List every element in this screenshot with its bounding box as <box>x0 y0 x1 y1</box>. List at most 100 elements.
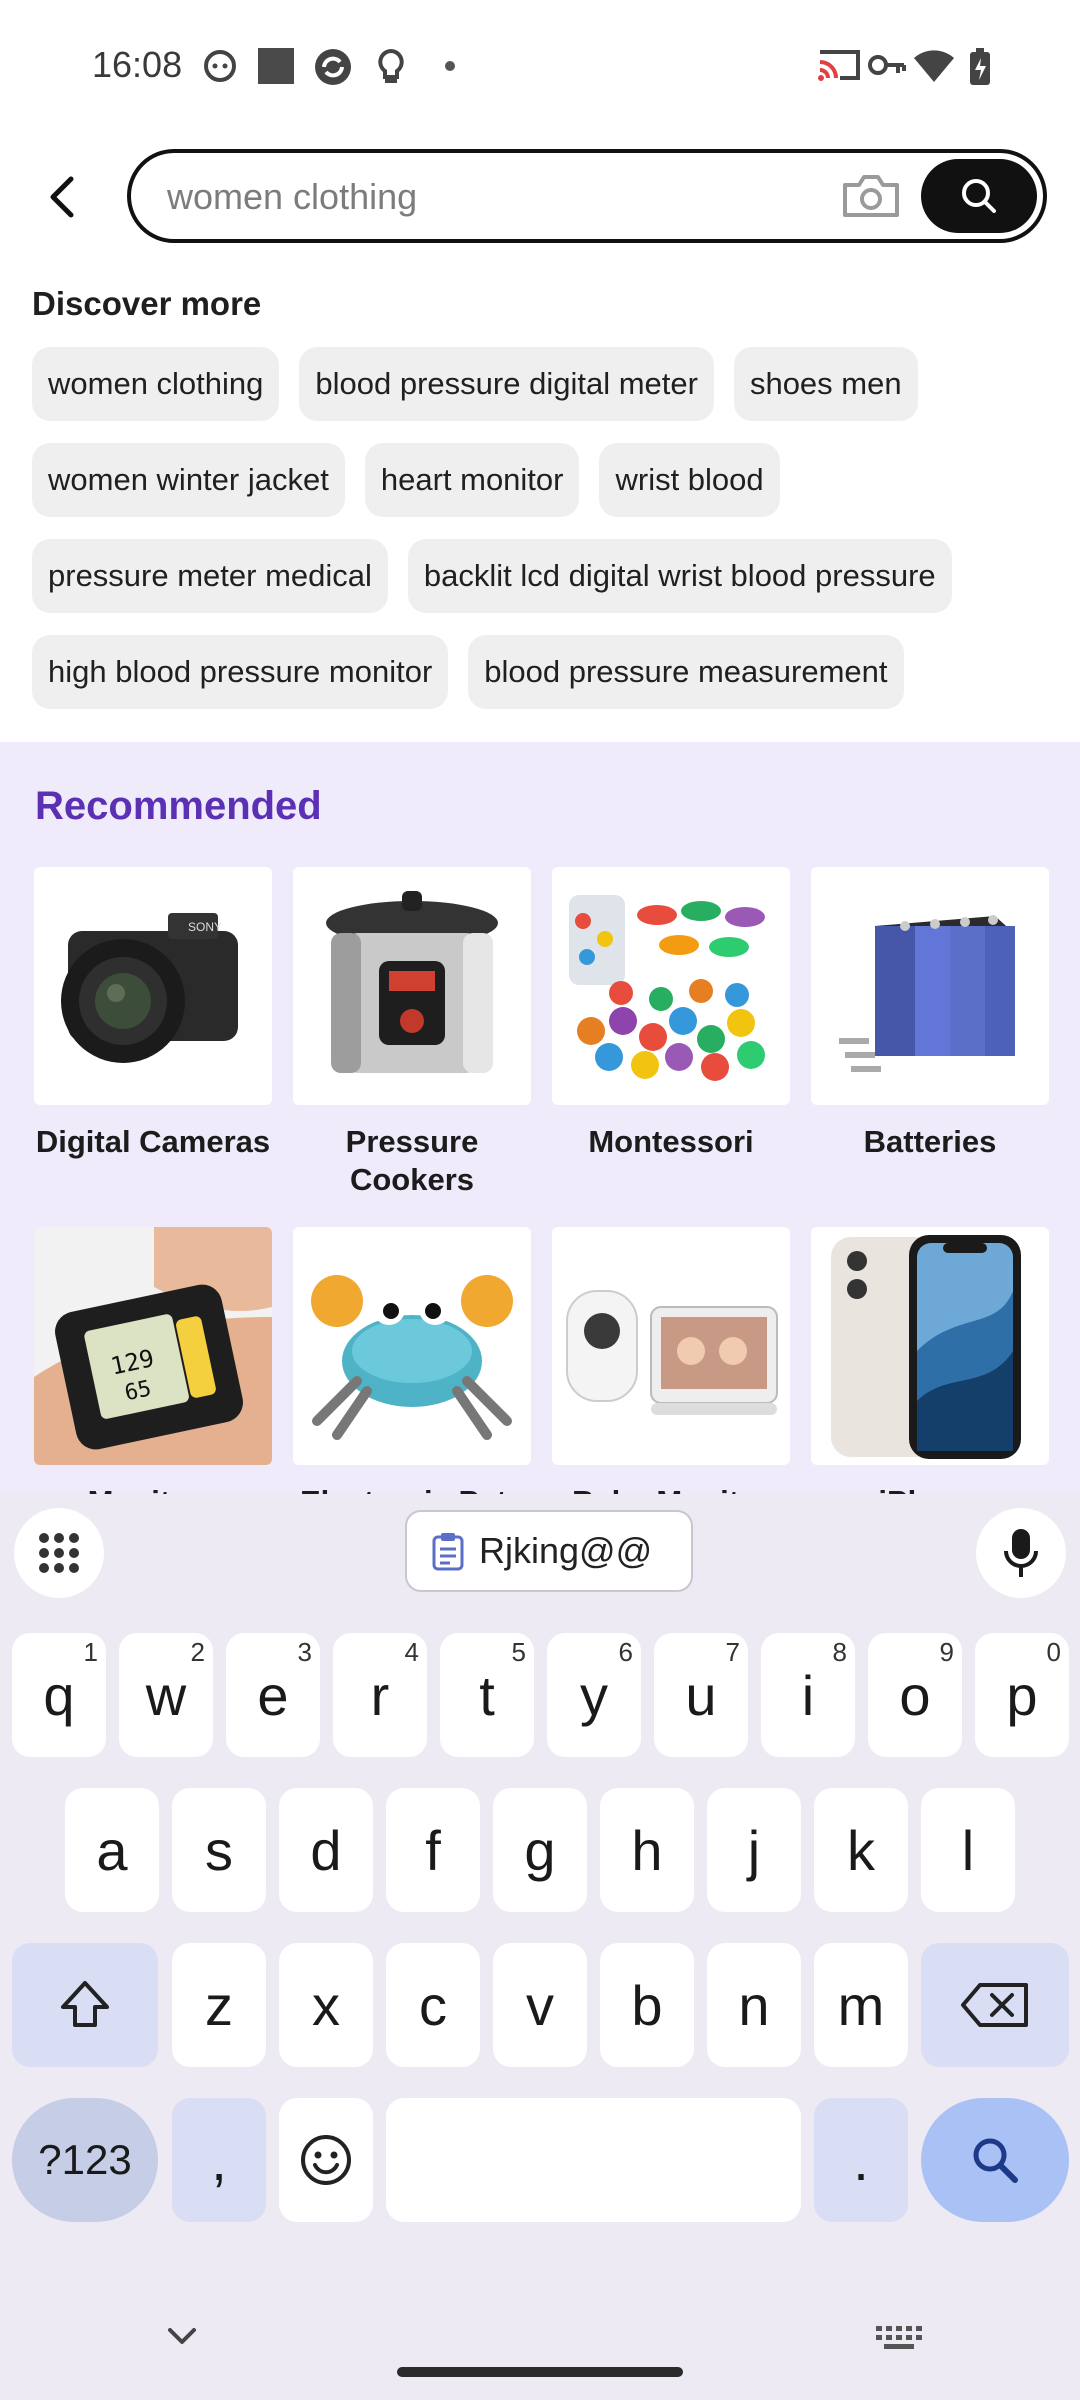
key-hint: 8 <box>832 1637 847 1667</box>
key-s[interactable]: s <box>172 1788 266 1912</box>
key-label: e <box>257 1663 289 1727</box>
key-t[interactable]: t5 <box>440 1633 534 1757</box>
key-j[interactable]: j <box>707 1788 801 1912</box>
category-monitors[interactable]: 12965 Monitors <box>34 1227 272 1494</box>
category-pressure-cookers[interactable]: Pressure Cookers <box>293 867 531 1199</box>
suggestion-chip[interactable]: blood pressure digital meter <box>299 347 714 421</box>
key-d[interactable]: d <box>279 1788 373 1912</box>
period-key[interactable]: . <box>814 2098 908 2222</box>
svg-text:SONY: SONY <box>188 920 222 934</box>
key-b[interactable]: b <box>600 1943 694 2067</box>
suggestion-chip[interactable]: women clothing <box>32 347 280 421</box>
baby-monitor-photo <box>552 1227 790 1465</box>
home-indicator[interactable] <box>397 2367 683 2377</box>
search-icon <box>973 2138 1018 2183</box>
keyboard-switch-icon[interactable] <box>876 2326 922 2350</box>
search-button[interactable] <box>921 159 1037 233</box>
clipboard-suggestion[interactable]: Rjking@@ <box>405 1510 693 1592</box>
suggestion-chip[interactable]: women winter jacket <box>32 443 345 517</box>
symbols-key[interactable]: ?123 <box>12 2098 158 2222</box>
emoji-icon <box>301 2135 351 2185</box>
clipboard-icon <box>432 1533 464 1571</box>
chip-row: high blood pressure monitor blood pressu… <box>32 635 1052 709</box>
category-label: Montessori <box>588 1124 754 1159</box>
key-u[interactable]: u7 <box>654 1633 748 1757</box>
dot-icon <box>445 61 455 71</box>
suggestion-chip[interactable]: high blood pressure monitor <box>32 635 449 709</box>
suggestion-chip[interactable]: heart monitor <box>364 443 580 517</box>
key-hint: 4 <box>404 1637 419 1667</box>
key-o[interactable]: o9 <box>868 1633 962 1757</box>
key-e[interactable]: e3 <box>226 1633 320 1757</box>
key-r[interactable]: r4 <box>333 1633 427 1757</box>
key-a[interactable]: a <box>65 1788 159 1912</box>
key-n[interactable]: n <box>707 1943 801 2067</box>
search-input[interactable] <box>167 175 767 219</box>
suggestion-chip[interactable]: blood pressure measurement <box>468 635 904 709</box>
category-label: Electronic Pets <box>293 1483 531 1494</box>
backspace-key[interactable] <box>921 1943 1069 2067</box>
key-v[interactable]: v <box>493 1943 587 2067</box>
category-label: Baby Monitor <box>552 1483 790 1494</box>
comma-key[interactable]: , <box>172 2098 266 2222</box>
category-baby-monitor[interactable]: Baby Monitor <box>552 1227 790 1494</box>
key-hint: 9 <box>939 1637 954 1667</box>
search-bar[interactable] <box>127 149 1047 243</box>
key-label: p <box>1006 1663 1038 1727</box>
key-w[interactable]: w2 <box>119 1633 213 1757</box>
wifi-icon <box>914 50 954 82</box>
camera-search-button[interactable] <box>841 173 901 219</box>
pressure-cooker-photo <box>293 867 531 1105</box>
emoji-key[interactable] <box>279 2098 373 2222</box>
category-label: iPhone <box>811 1483 1049 1494</box>
key-p[interactable]: p0 <box>975 1633 1069 1757</box>
cast-icon <box>818 50 860 81</box>
key-y[interactable]: y6 <box>547 1633 641 1757</box>
key-f[interactable]: f <box>386 1788 480 1912</box>
key-c[interactable]: c <box>386 1943 480 2067</box>
wrist-monitor-photo: 129 65 <box>34 1227 272 1465</box>
category-montessori[interactable]: Montessori <box>552 867 790 1161</box>
discover-chips: women clothing blood pressure digital me… <box>32 347 1052 731</box>
key-label: w <box>145 1663 187 1727</box>
keyboard-apps-button[interactable] <box>14 1508 104 1598</box>
key-h[interactable]: h <box>600 1788 694 1912</box>
voice-input-button[interactable] <box>976 1508 1066 1598</box>
suggestion-chip[interactable]: shoes men <box>733 347 918 421</box>
backspace-icon <box>961 1983 1028 2027</box>
key-hint: 0 <box>1046 1637 1061 1667</box>
key-m[interactable]: m <box>814 1943 908 2067</box>
key-l[interactable]: l <box>921 1788 1015 1912</box>
back-button[interactable] <box>36 171 88 223</box>
key-x[interactable]: x <box>279 1943 373 2067</box>
key-hint: 7 <box>725 1637 740 1667</box>
category-batteries[interactable]: Batteries <box>811 867 1049 1161</box>
keyboard-bottom-bar <box>0 2296 1080 2400</box>
key-z[interactable]: z <box>172 1943 266 2067</box>
battery-pack-photo <box>811 867 1049 1105</box>
suggestion-chip[interactable]: pressure meter medical <box>32 539 388 613</box>
key-k[interactable]: k <box>814 1788 908 1912</box>
category-digital-cameras[interactable]: SONY Digital Cameras <box>34 867 272 1161</box>
key-label: r <box>370 1663 390 1727</box>
suggestion-chip[interactable]: backlit lcd digital wrist blood pressure <box>407 539 952 613</box>
recommended-title: Recommended <box>35 784 322 828</box>
key-hint: 1 <box>83 1637 98 1667</box>
key-g[interactable]: g <box>493 1788 587 1912</box>
recommended-section: Recommended SONY Digital Cameras Pressur… <box>0 742 1080 1494</box>
category-electronic-pets[interactable]: Electronic Pets <box>293 1227 531 1494</box>
key-q[interactable]: q1 <box>12 1633 106 1757</box>
chip-row: pressure meter medical backlit lcd digit… <box>32 539 1052 613</box>
keyboard-toolbar: Rjking@@ <box>0 1494 1080 1614</box>
space-key[interactable] <box>386 2098 801 2222</box>
category-iphone[interactable]: iPhone <box>811 1227 1049 1494</box>
key-hint: 2 <box>190 1637 205 1667</box>
suggestion-chip[interactable]: wrist blood <box>599 443 780 517</box>
keyboard-search-key[interactable] <box>921 2098 1069 2222</box>
shift-key[interactable] <box>12 1943 158 2067</box>
search-header <box>0 135 1080 265</box>
key-i[interactable]: i8 <box>761 1633 855 1757</box>
key-label: o <box>899 1663 931 1727</box>
hide-keyboard-icon[interactable] <box>166 2326 198 2348</box>
key-label: y <box>580 1663 608 1727</box>
